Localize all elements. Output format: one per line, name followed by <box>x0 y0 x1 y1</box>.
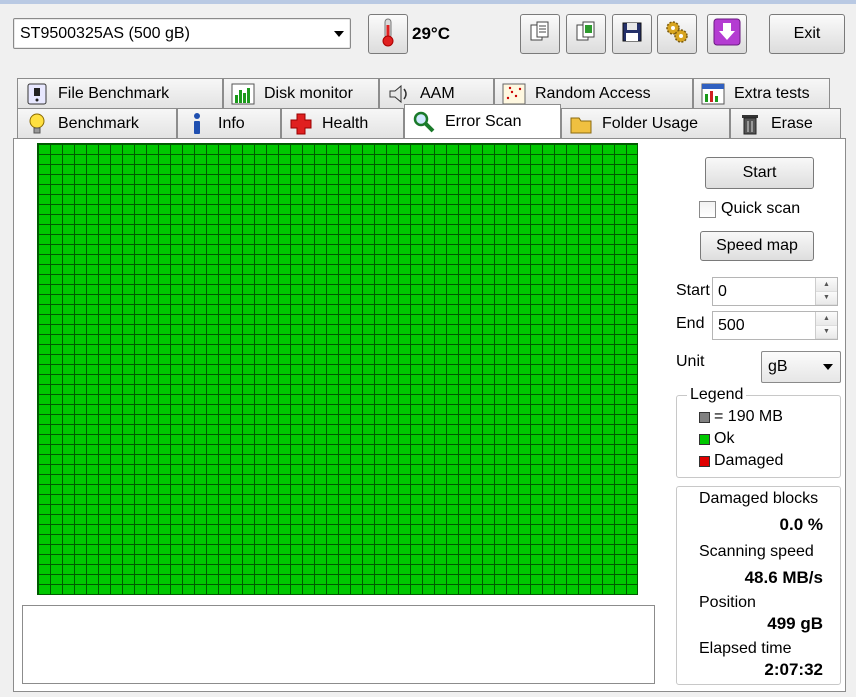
position-value: 499 gB <box>767 614 823 633</box>
folder-icon <box>568 112 594 136</box>
legend-swatch-red <box>699 455 710 467</box>
damaged-blocks-label: Damaged blocks <box>699 490 819 507</box>
scanning-speed-value: 48.6 MB/s <box>744 568 823 587</box>
legend-swatch-grey <box>699 411 710 423</box>
tab-folder-usage[interactable]: Folder Usage <box>561 108 730 138</box>
legend-label: Damaged <box>714 452 784 469</box>
save-button[interactable] <box>612 14 652 54</box>
copy-text-icon <box>528 20 552 49</box>
unit-value: gB <box>768 358 788 375</box>
options-button[interactable] <box>657 14 697 54</box>
tab-label: Error Scan <box>445 112 522 130</box>
scan-stats-box: Damaged blocks 0.0 % Scanning speed 48.6… <box>676 486 841 685</box>
end-spinbox[interactable]: 500 ▲ ▼ <box>712 311 838 340</box>
tab-extra-tests[interactable]: Extra tests <box>693 78 830 108</box>
copy-screenshot-icon <box>574 20 598 49</box>
title-strip <box>0 0 856 4</box>
temperature-readout: 29°C <box>412 24 450 43</box>
copy-screenshot-button[interactable] <box>566 14 606 54</box>
drive-select-value: ST9500325AS (500 gB) <box>20 24 190 42</box>
end-value: 500 <box>718 316 745 334</box>
legend-label: = 190 MB <box>714 408 783 425</box>
speaker-icon <box>386 82 412 106</box>
legend-item-damaged: Damaged <box>699 452 783 470</box>
gears-icon <box>664 19 690 50</box>
copy-text-button[interactable] <box>520 14 560 54</box>
chevron-down-icon <box>816 364 840 370</box>
speed-map-button[interactable]: Speed map <box>700 231 814 261</box>
start-label: Start <box>676 282 710 299</box>
exit-button[interactable]: Exit <box>769 14 845 54</box>
tab-erase[interactable]: Erase <box>730 108 841 138</box>
tab-label: AAM <box>420 84 455 102</box>
elapsed-time-label: Elapsed time <box>699 640 792 657</box>
tab-error-scan[interactable]: Error Scan <box>404 104 561 138</box>
tab-label: Disk monitor <box>264 84 353 102</box>
start-value: 0 <box>718 282 727 300</box>
legend-label: Ok <box>714 430 735 447</box>
tab-label: Erase <box>771 114 813 132</box>
minimize-to-tray-button[interactable] <box>707 14 747 54</box>
lightbulb-icon <box>24 112 50 136</box>
end-spinner-arrows[interactable]: ▲ ▼ <box>815 312 837 339</box>
download-arrow-icon <box>713 18 741 51</box>
health-cross-icon <box>288 112 314 136</box>
start-scan-button[interactable]: Start <box>705 157 814 189</box>
floppy-disk-icon <box>620 20 644 49</box>
tab-label: Info <box>218 114 245 132</box>
scanning-speed-label: Scanning speed <box>699 543 814 560</box>
legend-box: Legend = 190 MB Ok Damaged <box>676 386 841 478</box>
magnifier-icon <box>411 110 437 134</box>
chevron-down-icon <box>328 19 350 48</box>
disk-monitor-icon <box>230 82 256 106</box>
hd-tune-window: ST9500325AS (500 gB) 29°C Exit File Benc… <box>0 0 856 697</box>
tab-health[interactable]: Health <box>281 108 404 138</box>
tab-info[interactable]: Info <box>177 108 281 138</box>
spin-down-icon[interactable]: ▼ <box>816 325 837 339</box>
quick-scan-checkbox[interactable] <box>699 200 716 218</box>
tab-label: Extra tests <box>734 84 810 102</box>
tab-benchmark[interactable]: Benchmark <box>17 108 177 138</box>
temperature-button[interactable] <box>368 14 408 54</box>
spin-up-icon[interactable]: ▲ <box>816 278 837 292</box>
tab-label: Folder Usage <box>602 114 699 132</box>
legend-title: Legend <box>687 386 747 404</box>
start-spinner-arrows[interactable]: ▲ ▼ <box>815 278 837 305</box>
spin-down-icon[interactable]: ▼ <box>816 291 837 305</box>
quick-scan-option[interactable]: Quick scan <box>699 200 800 218</box>
file-benchmark-icon <box>24 82 50 106</box>
position-label: Position <box>699 594 756 611</box>
start-spinbox[interactable]: 0 ▲ ▼ <box>712 277 838 306</box>
quick-scan-label: Quick scan <box>721 200 801 217</box>
tab-disk-monitor[interactable]: Disk monitor <box>223 78 379 108</box>
unit-label: Unit <box>676 353 705 370</box>
thermometer-icon <box>379 17 397 52</box>
legend-item-block-size: = 190 MB <box>699 408 783 426</box>
tab-file-benchmark[interactable]: File Benchmark <box>17 78 223 108</box>
end-label: End <box>676 315 705 332</box>
elapsed-time-value: 2:07:32 <box>764 660 823 679</box>
block-map <box>37 143 638 595</box>
tab-label: Benchmark <box>58 114 139 132</box>
tab-label: Random Access <box>535 84 651 102</box>
legend-swatch-green <box>699 433 710 445</box>
tab-label: Health <box>322 114 369 132</box>
random-access-icon <box>501 82 527 106</box>
trash-icon <box>737 112 763 136</box>
unit-select[interactable]: gB <box>761 351 841 383</box>
drive-select[interactable]: ST9500325AS (500 gB) <box>13 18 351 49</box>
extra-tests-icon <box>700 82 726 106</box>
info-icon <box>184 112 210 136</box>
scan-log-box[interactable] <box>22 605 655 684</box>
legend-item-ok: Ok <box>699 430 734 448</box>
tab-label: File Benchmark <box>58 84 170 102</box>
damaged-blocks-value: 0.0 % <box>779 515 823 534</box>
spin-up-icon[interactable]: ▲ <box>816 312 837 326</box>
